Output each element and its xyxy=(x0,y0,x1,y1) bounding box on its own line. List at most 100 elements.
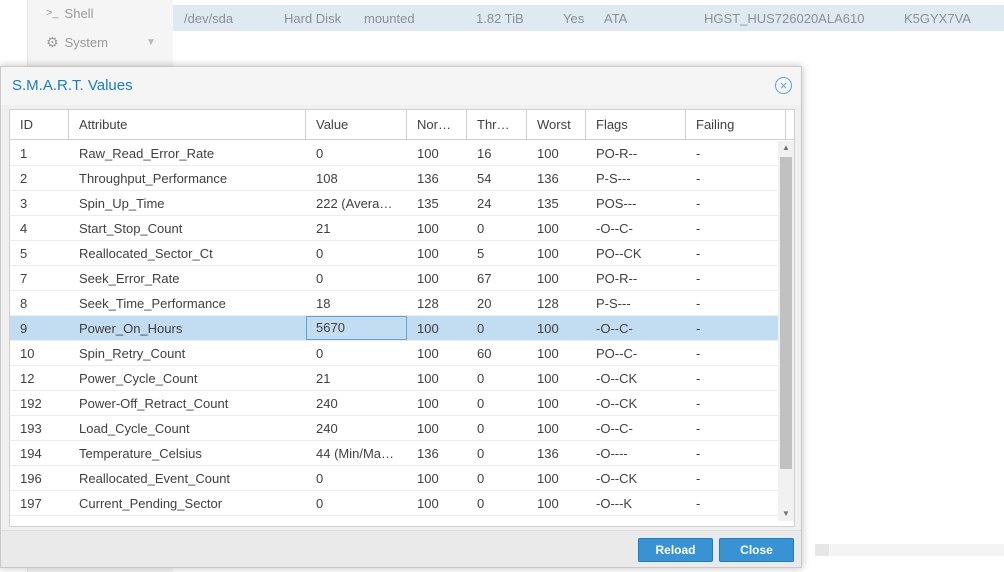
cell-id: 4 xyxy=(20,221,28,236)
table-row[interactable]: 194 Temperature_Celsius 44 (Min/Ma… 136 0 136… xyxy=(10,441,778,466)
cell-flags: P-S--- xyxy=(596,171,631,186)
cell-worst: 100 xyxy=(537,221,559,236)
cell-threshold: 54 xyxy=(477,171,492,186)
disk-row[interactable]: /dev/sda Hard Disk mounted 1.82 TiB Yes … xyxy=(173,5,1004,31)
cell-threshold: 24 xyxy=(477,196,492,211)
cell-flags: PO-R-- xyxy=(596,271,638,286)
cell-value: 21 xyxy=(316,221,331,236)
background-scrollbar[interactable] xyxy=(815,544,829,556)
cell-id: 197 xyxy=(20,496,42,511)
cell-flags: PO--CK xyxy=(596,246,642,261)
cell-flags: -O--C- xyxy=(596,321,633,336)
cell-failing: - xyxy=(696,296,701,311)
cell-attribute: Raw_Read_Error_Rate xyxy=(79,146,215,161)
cell-worst: 100 xyxy=(537,146,559,161)
cell-failing: - xyxy=(696,246,701,261)
table-row[interactable]: 192 Power-Off_Retract_Count 240 100 0 100 -O--… xyxy=(10,391,778,416)
table-row[interactable]: 1 Raw_Read_Error_Rate 0 100 16 100 PO-R-- - xyxy=(10,141,778,166)
disk-size: 1.82 TiB xyxy=(476,11,524,26)
scroll-up-icon[interactable]: ▲ xyxy=(778,141,794,155)
cell-normalized: 100 xyxy=(417,321,439,336)
cell-flags: PO-R-- xyxy=(596,146,638,161)
table-row[interactable]: 193 Load_Cycle_Count 240 100 0 100 -O--C- - xyxy=(10,416,778,441)
smart-values-dialog: S.M.A.R.T. Values × ID Attribute Value Nor…… xyxy=(0,66,802,568)
cell-attribute: Power_On_Hours xyxy=(79,321,183,336)
cell-threshold: 0 xyxy=(477,371,485,386)
cell-value: 108 xyxy=(316,171,338,186)
scroll-thumb[interactable] xyxy=(780,157,792,469)
table-row[interactable]: 7 Seek_Error_Rate 0 100 67 100 PO-R-- - xyxy=(10,266,778,291)
column-header-flags[interactable]: Flags xyxy=(586,110,686,140)
column-header-worst[interactable]: Worst xyxy=(527,110,586,140)
grid-vertical-scrollbar[interactable]: ▲ ▼ xyxy=(778,141,794,521)
gear-icon: ⚙ xyxy=(46,33,59,50)
cell-normalized: 100 xyxy=(417,346,439,361)
cell-value: 0 xyxy=(316,246,324,261)
cell-worst: 100 xyxy=(537,346,559,361)
cell-attribute: Temperature_Celsius xyxy=(79,446,202,461)
cell-attribute: Seek_Time_Performance xyxy=(79,296,226,311)
background-footer xyxy=(829,544,1004,556)
cell-value: 222 (Avera… xyxy=(316,196,393,211)
cell-normalized: 100 xyxy=(417,496,439,511)
column-header-failing[interactable]: Failing xyxy=(686,110,786,140)
cell-value: 5670 xyxy=(306,316,407,340)
cell-failing: - xyxy=(696,321,701,336)
cell-normalized: 136 xyxy=(417,446,439,461)
table-row[interactable]: 197 Current_Pending_Sector 0 100 0 100 -O---K - xyxy=(10,491,778,516)
cell-attribute: Spin_Retry_Count xyxy=(79,346,186,361)
cell-flags: -O---- xyxy=(596,446,628,461)
column-header-id[interactable]: ID xyxy=(10,110,69,140)
cell-failing: - xyxy=(696,371,701,386)
table-row[interactable]: 10 Spin_Retry_Count 0 100 60 100 PO--C- - xyxy=(10,341,778,366)
disk-model: HGST_HUS726020ALA610 xyxy=(704,11,865,26)
disk-serial: K5GYX7VA xyxy=(904,11,971,26)
table-row[interactable]: 12 Power_Cycle_Count 21 100 0 100 -O--CK - xyxy=(10,366,778,391)
cell-failing: - xyxy=(696,171,701,186)
cell-value: 44 (Min/Ma… xyxy=(316,446,395,461)
table-row[interactable]: 196 Reallocated_Event_Count 0 100 0 100 -O--CK… xyxy=(10,466,778,491)
column-header-value[interactable]: Value xyxy=(306,110,407,140)
nav-item-system[interactable]: ⚙ System ▼ xyxy=(46,32,156,52)
cell-normalized: 100 xyxy=(417,371,439,386)
cell-flags: PO--C- xyxy=(596,346,638,361)
table-row[interactable]: 5 Reallocated_Sector_Ct 0 100 5 100 PO--CK - xyxy=(10,241,778,266)
cell-attribute: Spin_Up_Time xyxy=(79,196,165,211)
close-icon[interactable]: × xyxy=(775,77,792,94)
nav-item-shell[interactable]: >_ Shell xyxy=(46,3,93,23)
cell-failing: - xyxy=(696,421,701,436)
cell-worst: 136 xyxy=(537,171,559,186)
scroll-down-icon[interactable]: ▼ xyxy=(778,507,794,521)
cell-normalized: 100 xyxy=(417,271,439,286)
cell-failing: - xyxy=(696,496,701,511)
disk-type: Hard Disk xyxy=(284,11,342,26)
cell-id: 10 xyxy=(20,346,35,361)
cell-attribute: Throughput_Performance xyxy=(79,171,228,186)
cell-value: 240 xyxy=(316,396,338,411)
cell-id: 196 xyxy=(20,471,42,486)
table-row[interactable]: 9 Power_On_Hours 5670 100 0 100 -O--C- - xyxy=(10,316,778,341)
disk-usage: mounted xyxy=(364,11,415,26)
cell-attribute: Reallocated_Event_Count xyxy=(79,471,231,486)
table-row[interactable]: 8 Seek_Time_Performance 18 128 20 128 P-S--- - xyxy=(10,291,778,316)
cell-attribute: Reallocated_Sector_Ct xyxy=(79,246,213,261)
table-row[interactable]: 3 Spin_Up_Time 222 (Avera… 135 24 135 POS--- - xyxy=(10,191,778,216)
cell-id: 12 xyxy=(20,371,35,386)
cell-worst: 128 xyxy=(537,296,559,311)
grid-body: 1 Raw_Read_Error_Rate 0 100 16 100 PO-R-- -2 Thr… xyxy=(10,141,778,516)
cell-value: 0 xyxy=(316,496,324,511)
column-header-normalized[interactable]: Nor… xyxy=(407,110,467,140)
column-header-threshold[interactable]: Thr… xyxy=(467,110,527,140)
column-header-attribute[interactable]: Attribute xyxy=(69,110,306,140)
cell-threshold: 0 xyxy=(477,471,485,486)
terminal-icon: >_ xyxy=(46,7,59,19)
cell-value: 0 xyxy=(316,346,324,361)
cell-normalized: 100 xyxy=(417,421,439,436)
table-row[interactable]: 4 Start_Stop_Count 21 100 0 100 -O--C- - xyxy=(10,216,778,241)
disk-vendor: ATA xyxy=(604,11,628,26)
close-button[interactable]: Close xyxy=(719,538,794,562)
cell-normalized: 100 xyxy=(417,146,439,161)
table-row[interactable]: 2 Throughput_Performance 108 136 54 136 P-S---… xyxy=(10,166,778,191)
cell-normalized: 100 xyxy=(417,396,439,411)
reload-button[interactable]: Reload xyxy=(638,538,713,562)
